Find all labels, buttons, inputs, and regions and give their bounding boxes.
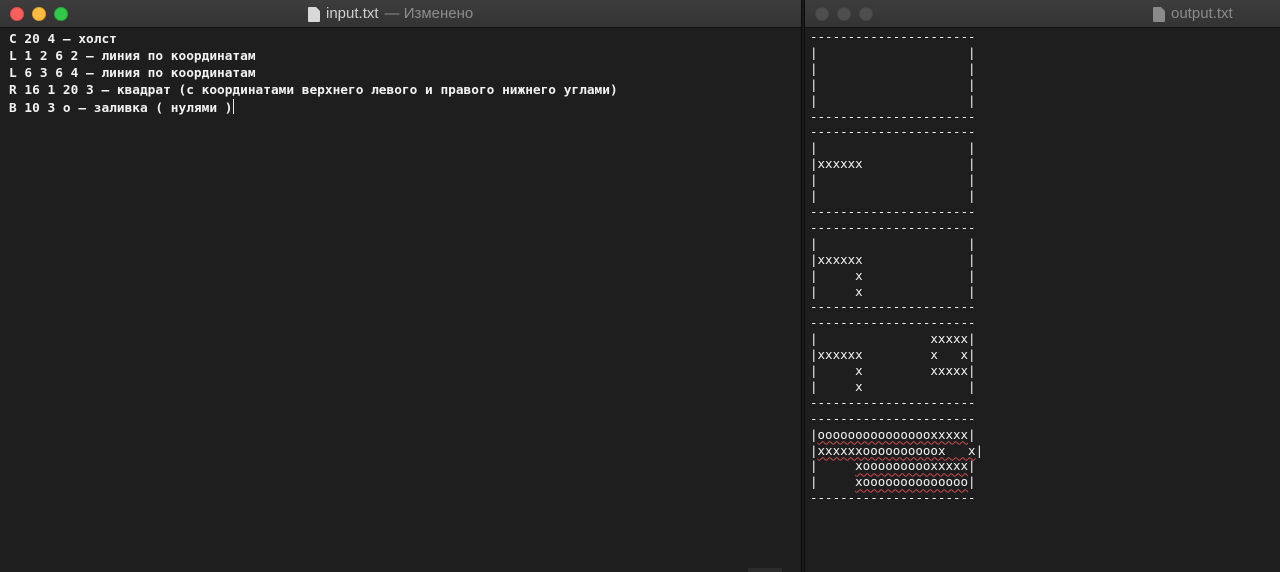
maximize-button[interactable] [859,7,873,21]
output-line: ---------------------- [810,490,976,506]
minimize-button[interactable] [32,7,46,21]
output-line: | x | [810,283,976,299]
input-editor-window[interactable]: input.txt — Изменено C 20 4 – холст L 1 … [0,0,802,572]
resize-edge [748,568,782,572]
output-line: | | [810,60,976,76]
input-line: L 6 3 6 4 – линия по координатам [9,66,256,81]
input-line: R 16 1 20 3 – квадрат (с координатами ве… [9,83,618,98]
output-line: |xxxxxx x x| [810,347,976,363]
output-window-titlebar[interactable]: output.txt [805,0,1280,28]
output-line: | x | [810,267,976,283]
input-window-titlebar[interactable]: input.txt — Изменено [0,0,801,28]
output-line: | x xxxxx| [810,363,976,379]
output-text-content[interactable]: ---------------------- | | | | | | | | -… [810,29,983,506]
output-line: ---------------------- [810,299,976,315]
output-line: ---------------------- [810,315,976,331]
window-title: input.txt — Изменено [308,0,473,28]
close-button[interactable] [10,7,24,21]
input-line: L 1 2 6 2 – линия по координатам [9,49,256,64]
document-icon [1153,6,1165,22]
window-controls [10,7,68,21]
output-line: | | [810,235,976,251]
output-line: | | [810,92,976,108]
output-line: | | [810,76,976,92]
filename: output.txt [1171,5,1233,22]
modified-status: — Изменено [384,5,474,22]
input-line: C 20 4 – холст [9,32,117,47]
window-controls-inactive [815,7,873,21]
spellcheck-underline: oooooooooooooooxxxxx [817,426,969,442]
output-line: |oooooooooooooooxxxxx| [810,426,976,442]
window-title: output.txt [1153,0,1233,28]
output-editor-window[interactable]: output.txt ---------------------- | | | … [804,0,1280,572]
close-button[interactable] [815,7,829,21]
output-line: |xxxxxx | [810,251,976,267]
output-line: ---------------------- [810,108,976,124]
minimize-button[interactable] [837,7,851,21]
output-line: | | [810,188,976,204]
output-text-area[interactable]: ---------------------- | | | | | | | | -… [805,28,1280,572]
output-line: | | [810,140,976,156]
output-line: ---------------------- [810,219,976,235]
input-text-content[interactable]: C 20 4 – холст L 1 2 6 2 – линия по коор… [9,31,618,117]
spellcheck-underline: xoooooooooooooo [855,474,969,490]
output-line: ---------------------- [810,124,976,140]
output-line: |xxxxxxoooooooooox x| [810,442,984,458]
output-line: | x | [810,378,976,394]
maximize-button[interactable] [54,7,68,21]
output-line: | | [810,172,976,188]
text-cursor [233,99,235,114]
output-line: |xxxxxx | [810,156,976,172]
output-line: ---------------------- [810,203,976,219]
output-line: ---------------------- [810,410,976,426]
input-text-area[interactable]: C 20 4 – холст L 1 2 6 2 – линия по коор… [0,28,801,572]
spellcheck-underline: xoooooooooxxxxx [855,458,969,474]
spellcheck-underline: xxxxxxoooooooooox x [817,442,976,458]
output-line: ---------------------- [810,29,976,44]
filename: input.txt [326,5,379,22]
output-line: | xoooooooooxxxxx| [810,458,976,474]
output-line: ---------------------- [810,394,976,410]
output-line: | xxxxx| [810,331,976,347]
document-icon [308,6,320,22]
output-line: | xoooooooooooooo| [810,474,976,490]
output-line: | | [810,44,976,60]
input-line: B 10 3 o – заливка ( нулями ) [9,101,233,116]
